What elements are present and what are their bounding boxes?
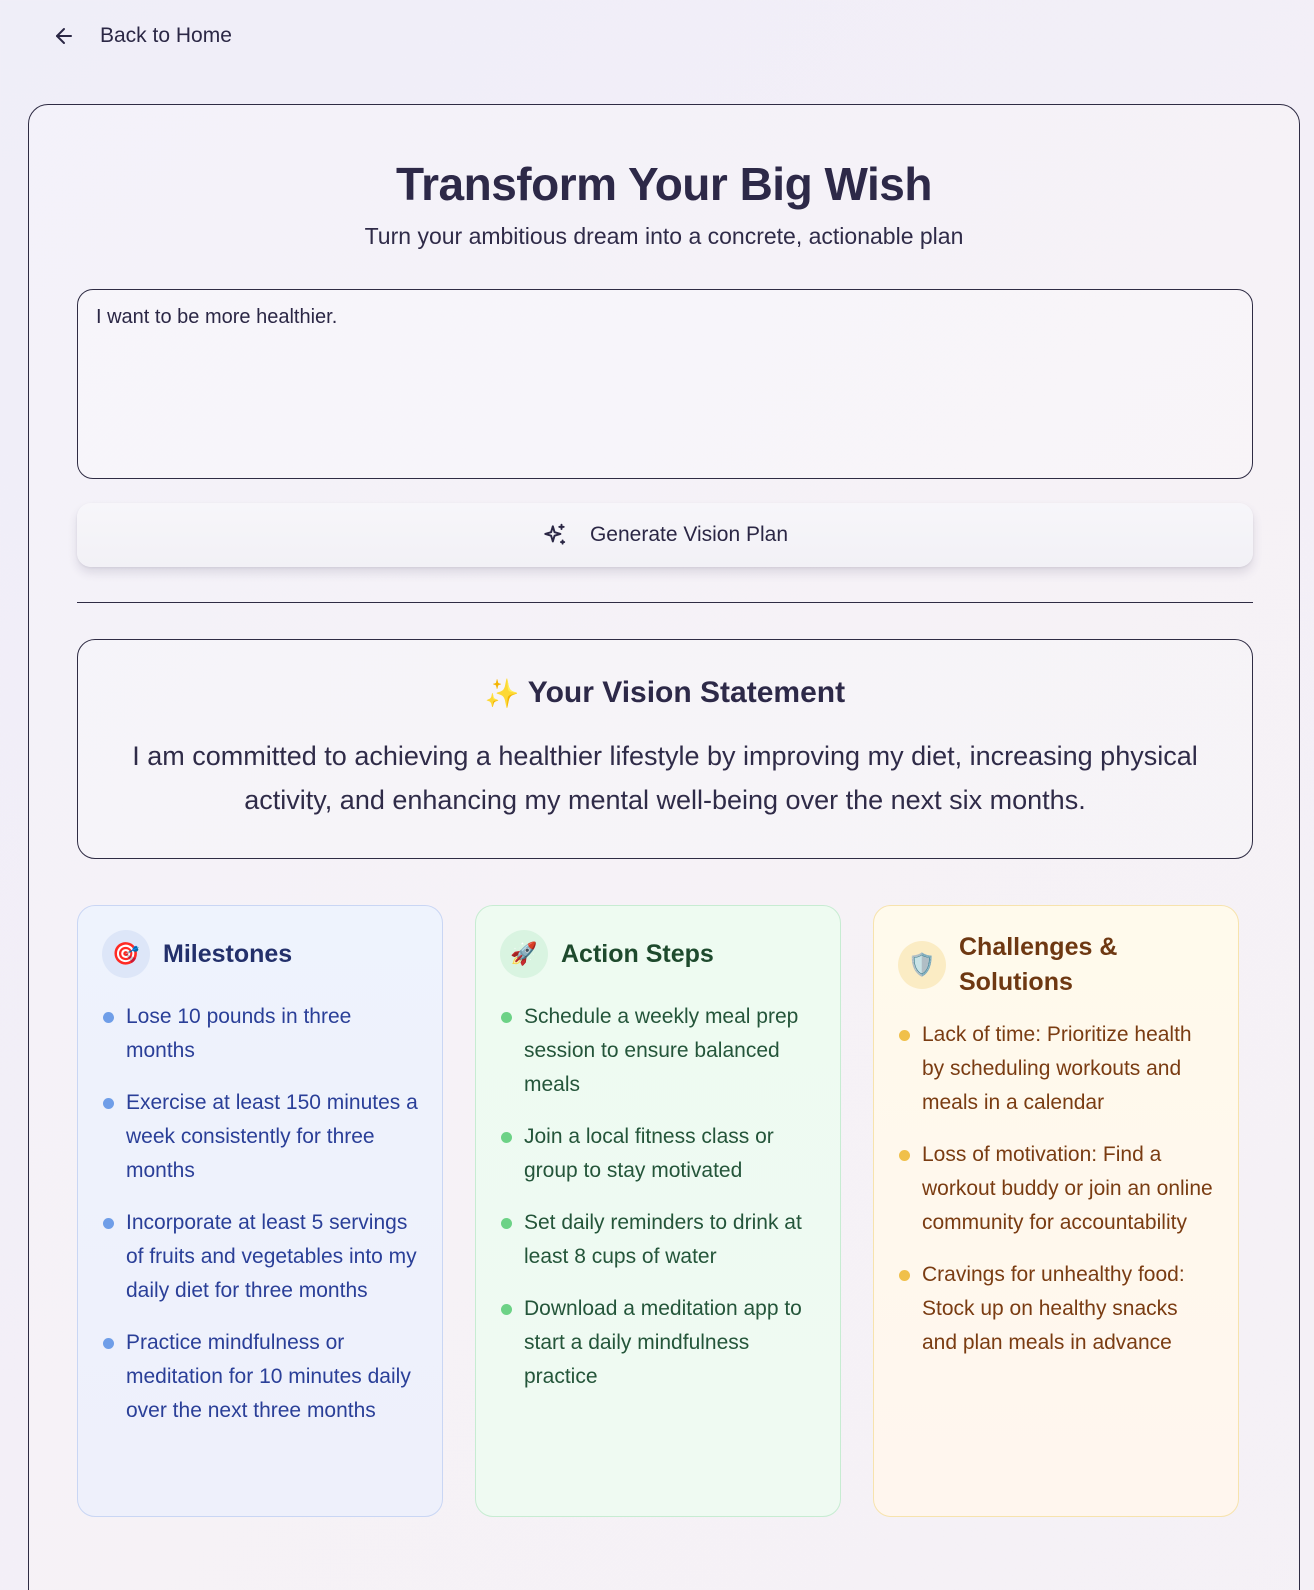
page-title: Transform Your Big Wish: [396, 158, 932, 210]
milestone-item: Lose 10 pounds in three months: [102, 1000, 418, 1068]
milestone-item: Practice mindfulness or meditation for 1…: [102, 1326, 418, 1428]
generate-vision-plan-button[interactable]: Generate Vision Plan: [77, 503, 1253, 567]
challenge-item: Cravings for unhealthy food: Stock up on…: [898, 1258, 1214, 1360]
sparkle-emoji-icon: ✨: [484, 677, 520, 709]
challenge-item: Lack of time: Prioritize health by sched…: [898, 1018, 1214, 1120]
milestones-list: Lose 10 pounds in three months Exercise …: [102, 1000, 418, 1428]
challenges-list: Lack of time: Prioritize health by sched…: [898, 1018, 1214, 1360]
milestone-item: Incorporate at least 5 servings of fruit…: [102, 1206, 418, 1308]
action-steps-list: Schedule a weekly meal prep session to e…: [500, 1000, 816, 1394]
milestones-header: 🎯 Milestones: [102, 930, 418, 978]
wish-transform-card: Transform Your Big Wish Turn your ambiti…: [28, 104, 1300, 1590]
section-divider: [77, 602, 1253, 603]
back-to-home-label: Back to Home: [100, 24, 232, 47]
action-steps-title: Action Steps: [561, 939, 714, 968]
action-step-item: Set daily reminders to drink at least 8 …: [500, 1206, 816, 1274]
arrow-left-icon: [56, 28, 72, 44]
challenges-card: 🛡️ Challenges & Solutions Lack of time: …: [873, 905, 1239, 1517]
vision-statement-card: ✨ Your Vision Statement I am committed t…: [77, 639, 1253, 859]
milestone-item: Exercise at least 150 minutes a week con…: [102, 1086, 418, 1188]
challenge-item: Loss of motivation: Find a workout buddy…: [898, 1138, 1214, 1240]
challenges-header: 🛡️ Challenges & Solutions: [898, 930, 1214, 1000]
vision-statement-heading: ✨ Your Vision Statement: [78, 676, 1252, 710]
shield-icon: 🛡️: [898, 941, 946, 989]
milestones-title: Milestones: [163, 939, 293, 968]
action-step-item: Schedule a weekly meal prep session to e…: [500, 1000, 816, 1102]
wish-input[interactable]: [77, 289, 1253, 479]
generate-vision-plan-label: Generate Vision Plan: [589, 523, 789, 546]
action-steps-card: 🚀 Action Steps Schedule a weekly meal pr…: [475, 905, 841, 1517]
vision-statement-text: I am committed to achieving a healthier …: [132, 741, 1198, 815]
action-steps-header: 🚀 Action Steps: [500, 930, 816, 978]
target-icon: 🎯: [102, 930, 150, 978]
action-step-item: Join a local fitness class or group to s…: [500, 1120, 816, 1188]
milestones-card: 🎯 Milestones Lose 10 pounds in three mon…: [77, 905, 443, 1517]
vision-statement-title: Your Vision Statement: [527, 676, 846, 709]
challenges-title: Challenges & Solutions: [959, 933, 1118, 996]
action-step-item: Download a meditation app to start a dai…: [500, 1292, 816, 1394]
rocket-icon: 🚀: [500, 930, 548, 978]
back-to-home-link[interactable]: Back to Home: [52, 24, 232, 48]
page-subtitle: Turn your ambitious dream into a concret…: [364, 223, 964, 249]
sparkles-icon: [544, 523, 566, 545]
